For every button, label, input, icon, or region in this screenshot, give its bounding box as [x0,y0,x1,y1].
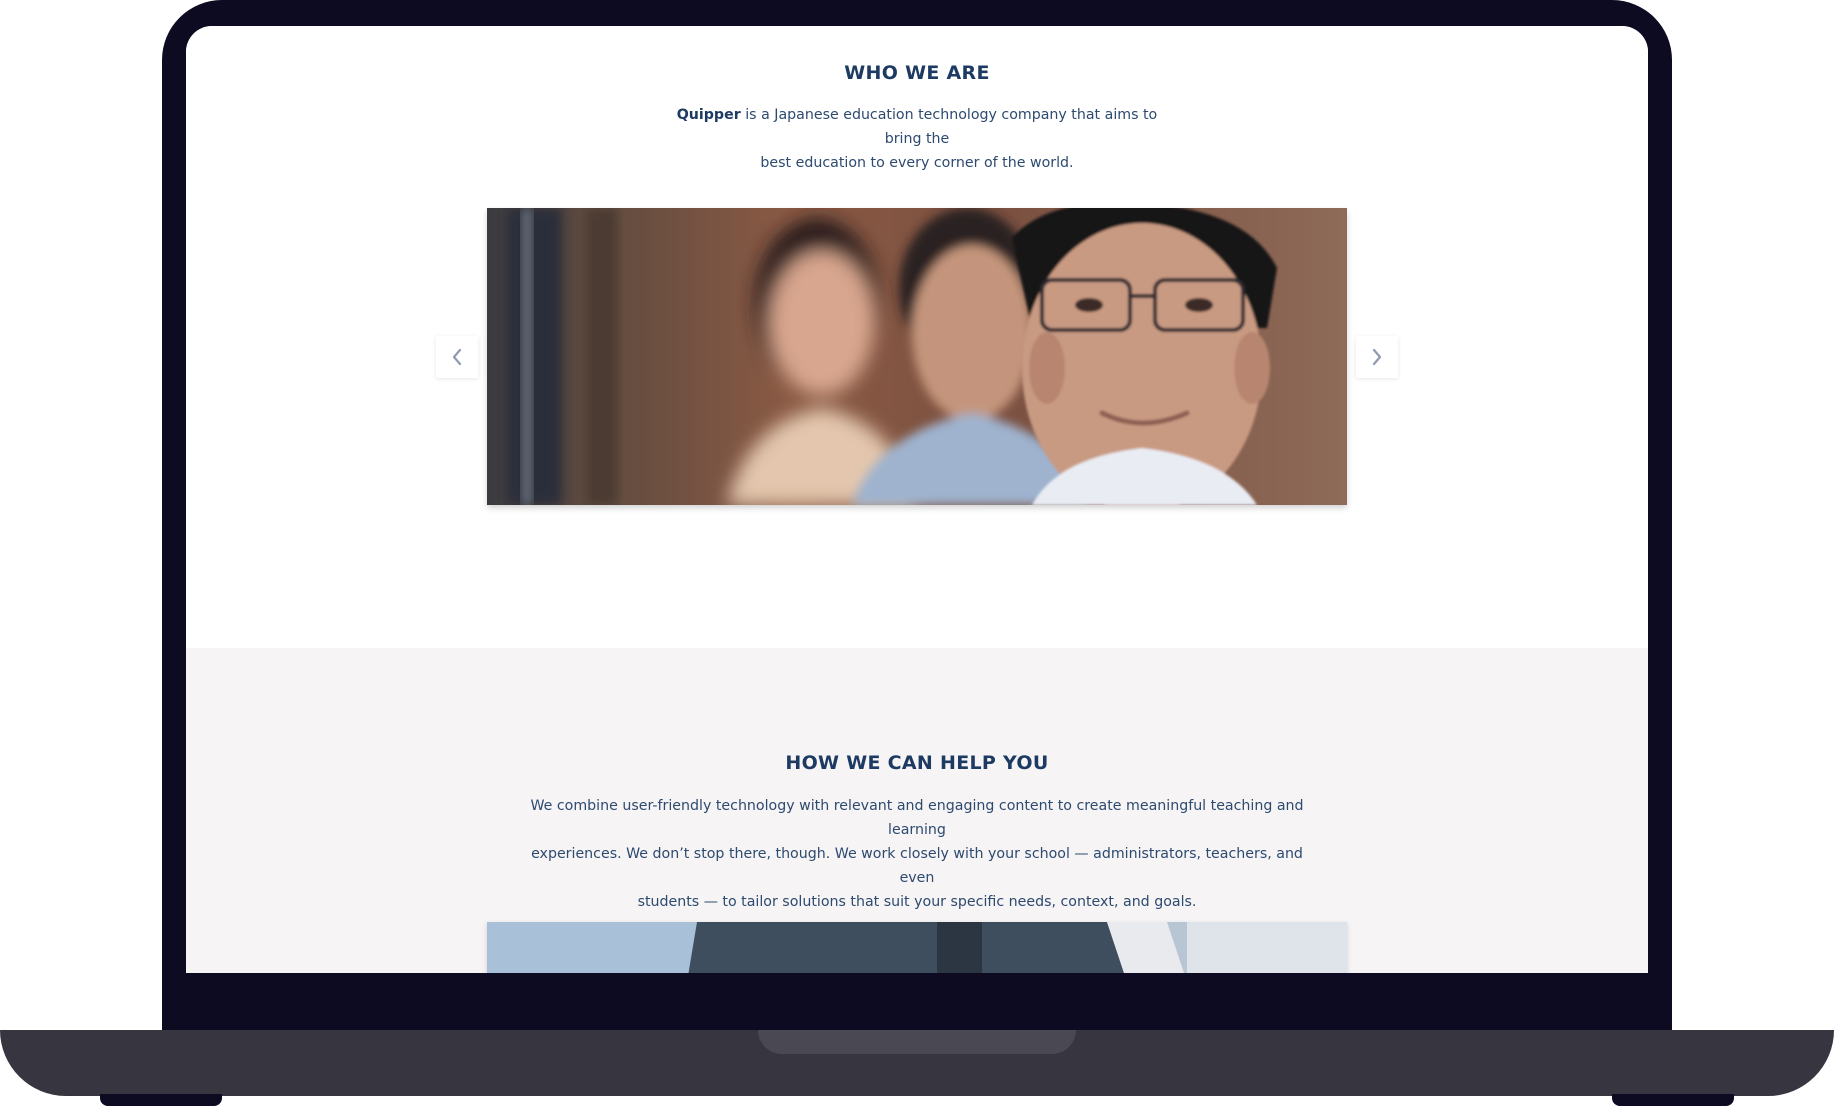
chevron-left-icon [452,348,462,366]
carousel-prev-button[interactable] [436,336,478,378]
description-line-2: best education to every corner of the wo… [760,155,1074,171]
how-we-help-image [487,922,1347,973]
laptop-screen: WHO WE ARE Quipper is a Japanese educati… [186,26,1648,973]
how-line-2: experiences. We don’t stop there, though… [531,846,1303,886]
description-line-1: is a Japanese education technology compa… [745,107,1158,147]
laptop-foot-left [100,1094,222,1106]
how-we-help-heading: HOW WE CAN HELP YOU [785,752,1049,774]
chevron-right-icon [1372,348,1382,366]
carousel-slide-image [487,208,1347,505]
how-we-help-description: We combine user-friendly technology with… [527,794,1307,914]
laptop-foot-right [1612,1094,1734,1106]
laptop-trackpad-notch [758,1030,1076,1054]
meeting-photo-illustration [487,922,1347,973]
team-photo-illustration [487,208,1347,505]
how-line-1: We combine user-friendly technology with… [530,798,1304,838]
who-we-are-heading: WHO WE ARE [844,62,990,84]
device-mockup: WHO WE ARE Quipper is a Japanese educati… [0,0,1834,1106]
who-we-are-description: Quipper is a Japanese education technolo… [667,103,1167,175]
how-line-3: students — to tailor solutions that suit… [637,894,1197,910]
carousel-next-button[interactable] [1356,336,1398,378]
brand-name: Quipper [676,107,741,123]
